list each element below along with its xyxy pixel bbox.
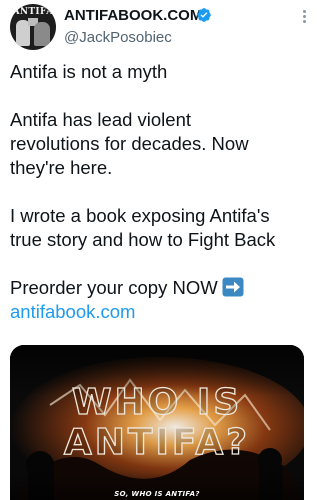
video-caption: SO, WHO IS ANTIFA? <box>114 490 200 498</box>
video-thumbnail[interactable]: WHO IS ANTIFA? SO, WHO IS ANTIFA? <box>10 345 304 500</box>
video-title-overlay: WHO IS ANTIFA? <box>10 382 304 463</box>
tweet-text: Antifa is not a myth Antifa has lead vio… <box>10 60 308 324</box>
verified-badge-icon <box>197 8 211 22</box>
tweet-link[interactable]: antifabook.com <box>10 300 308 324</box>
avatar-figure-2 <box>34 22 50 46</box>
avatar-logo-text: ANTIFA <box>12 7 54 17</box>
user-handle[interactable]: @JackPosobiec <box>64 29 172 46</box>
video-title-line: WHO IS <box>71 382 243 423</box>
right-arrow-emoji-icon <box>222 277 244 297</box>
tweet-paragraph: Antifa has lead violent revolutions for … <box>10 109 249 178</box>
video-title-line: ANTIFA? <box>63 422 251 463</box>
tweet-cta: Preorder your copy NOW antifabook.com <box>10 276 308 324</box>
tweet-paragraph: Antifa is not a myth <box>10 61 168 82</box>
tweet-header: ANTIFA ANTIFABOOK.COM @JackPosobiec <box>10 4 310 50</box>
more-vertical-icon[interactable] <box>298 10 310 24</box>
cta-text: Preorder your copy NOW <box>10 277 218 298</box>
display-name[interactable]: ANTIFABOOK.COM <box>64 7 202 24</box>
avatar[interactable]: ANTIFA <box>10 4 56 50</box>
tweet-paragraph: I wrote a book exposing Antifa's true st… <box>10 205 276 250</box>
